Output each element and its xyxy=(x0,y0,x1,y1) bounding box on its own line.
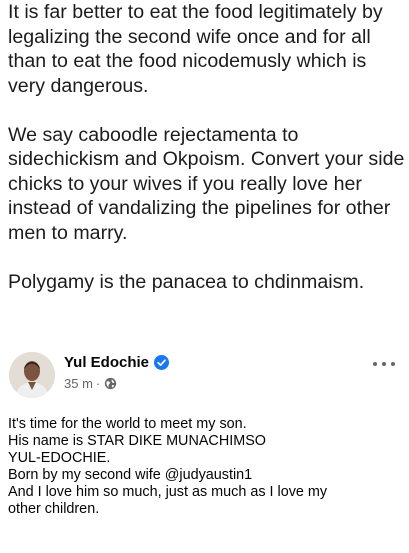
quoted-commentary: It is far better to eat the food legitim… xyxy=(8,0,406,294)
commentary-paragraph-3: Polygamy is the panacea to chdinmaism. xyxy=(8,270,365,293)
facebook-post: Yul Edochie 35 m · It's time for the wor… xyxy=(0,346,409,553)
globe-icon[interactable] xyxy=(104,377,117,390)
verified-badge-icon xyxy=(154,355,170,370)
avatar-image xyxy=(9,352,55,398)
author-name[interactable]: Yul Edochie xyxy=(64,354,149,371)
post-timestamp[interactable]: 35 m xyxy=(64,376,93,391)
post-meta: 35 m · xyxy=(64,376,117,391)
post-line: His name is STAR DIKE MUNACHIMSO xyxy=(8,433,266,449)
post-line: other children. xyxy=(8,501,100,517)
author-row: Yul Edochie xyxy=(64,354,170,371)
commentary-paragraph-1: It is far better to eat the food legitim… xyxy=(8,1,383,97)
more-options-button[interactable] xyxy=(373,360,395,368)
more-dot-icon xyxy=(373,362,377,366)
post-line: And I love him so much, just as much as … xyxy=(8,484,328,500)
post-line: YUL-EDOCHIE. xyxy=(8,450,111,466)
meta-separator: · xyxy=(95,376,101,391)
more-dot-icon xyxy=(382,362,386,366)
commentary-paragraph-2: We say caboodle rejectamenta to sidechic… xyxy=(8,123,405,244)
more-dot-icon xyxy=(391,362,395,366)
post-body: It's time for the world to meet my son. … xyxy=(8,416,403,518)
post-line: Born by my second wife @judyaustin1 xyxy=(8,467,253,483)
post-line: It's time for the world to meet my son. xyxy=(8,416,247,432)
avatar[interactable] xyxy=(9,352,55,398)
